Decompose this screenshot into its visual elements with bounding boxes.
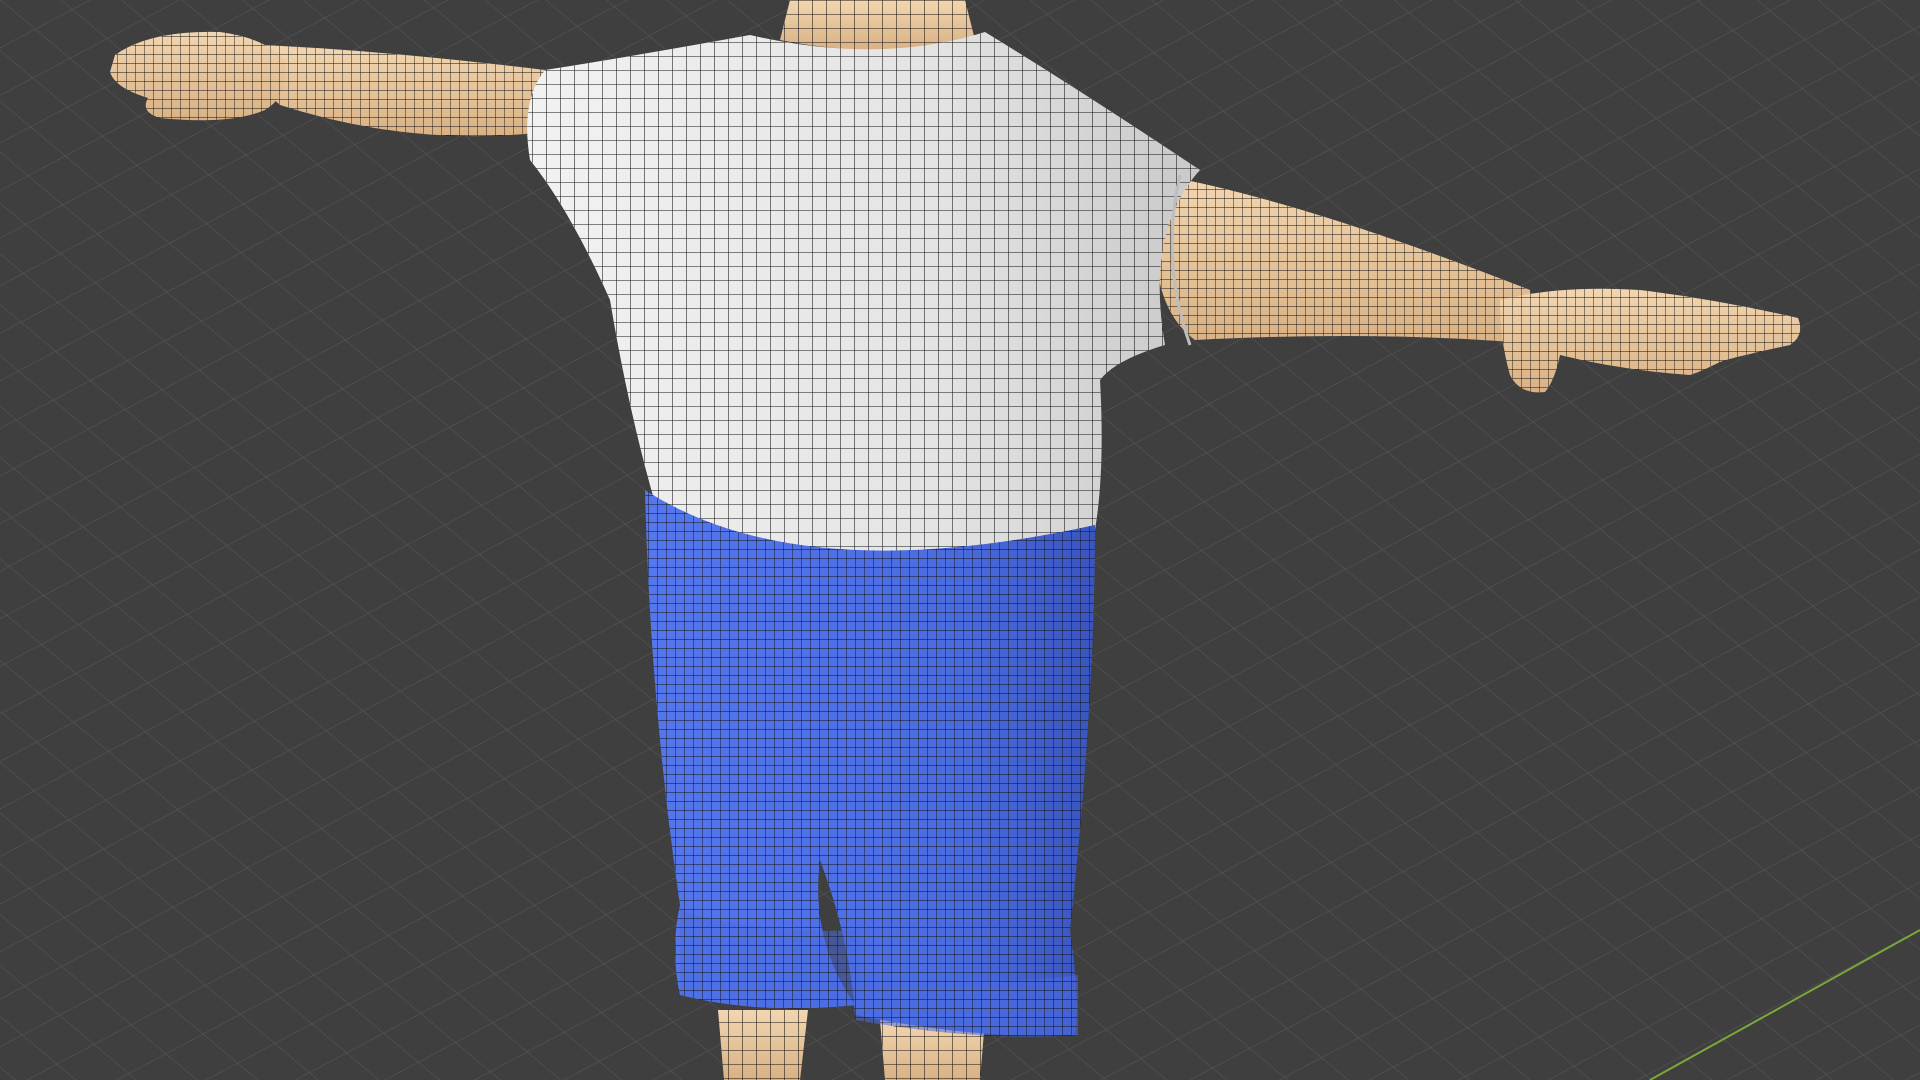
viewport-canvas[interactable] [0, 0, 1920, 1080]
shorts[interactable] [645, 490, 1095, 1037]
left-leg[interactable] [718, 1010, 808, 1080]
3d-viewport[interactable] [0, 0, 1920, 1080]
